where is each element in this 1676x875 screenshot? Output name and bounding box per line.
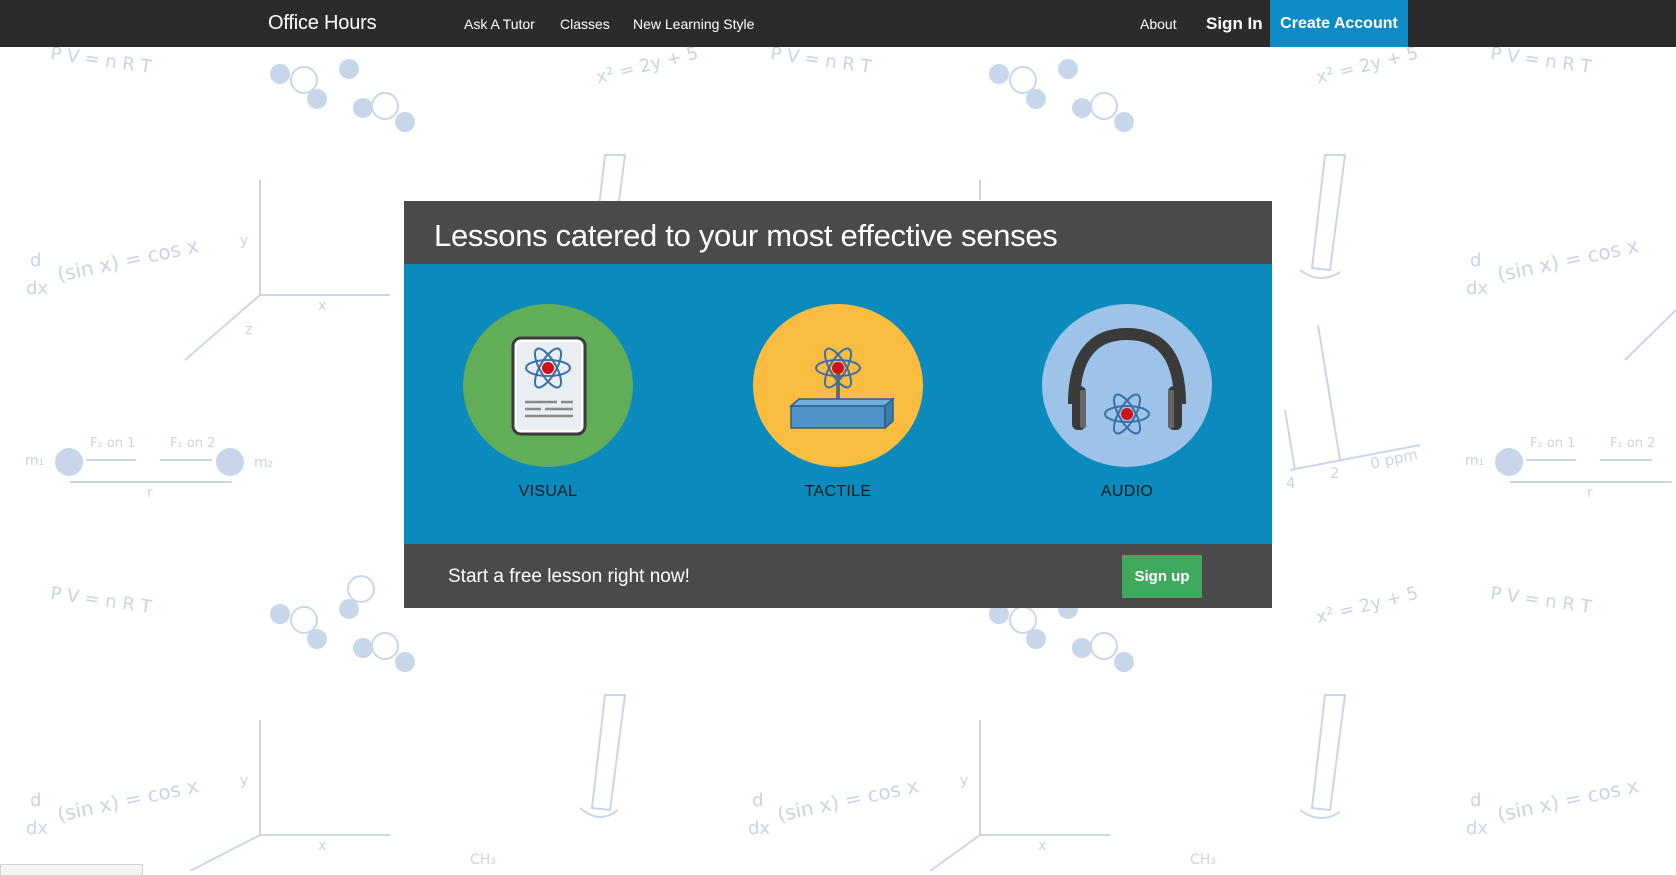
mass-label-m1: m₁ [1465, 453, 1485, 469]
sense-visual[interactable]: VISUAL [462, 304, 634, 501]
mass-label-m2: m₂ [254, 455, 274, 471]
nav-new-learning-style[interactable]: New Learning Style [633, 16, 754, 32]
axis-label-y: y [960, 773, 969, 789]
force-label-f12: F₁ on 2 [170, 436, 216, 451]
mass-label-m1: m₁ [25, 453, 45, 469]
axis-label-x: x [318, 838, 327, 854]
axis-label-x: x [318, 298, 327, 314]
ppm-tick-2: 2 [1330, 464, 1340, 482]
force-label-f21: F₂ on 1 [90, 436, 136, 451]
create-account-button[interactable]: Create Account [1270, 0, 1408, 47]
formula-ch3: CH₃ [1190, 852, 1216, 868]
headphones-atom-icon [1068, 327, 1186, 435]
formula-ch3: CH₃ [470, 852, 496, 868]
tactile-circle [753, 304, 923, 467]
distance-label-r: r [1587, 485, 1593, 501]
axis-label-x: x [1038, 838, 1047, 854]
browser-status-bar [0, 864, 143, 875]
sense-visual-label: VISUAL [518, 483, 578, 500]
brand-logo[interactable]: Office Hours [268, 12, 377, 35]
formula-dx: dx [1466, 818, 1489, 839]
senses-panel: VISUAL TACTILE AUDIO [404, 264, 1272, 544]
hero-card: Lessons catered to your most effective s… [404, 201, 1272, 608]
axis-label-y: y [240, 773, 249, 789]
force-label-f21: F₂ on 1 [1530, 436, 1576, 451]
sign-in-link[interactable]: Sign In [1206, 14, 1263, 34]
sense-tactile[interactable]: TACTILE [752, 304, 924, 501]
distance-label-r: r [147, 485, 153, 501]
document-atom-icon [511, 336, 587, 436]
visual-circle [463, 304, 633, 467]
formula-d: d [1470, 250, 1482, 271]
formula-dx: dx [26, 818, 49, 839]
top-navbar: Office Hours Ask A Tutor Classes New Lea… [0, 0, 1676, 47]
sense-audio[interactable]: AUDIO [1041, 304, 1213, 501]
sense-tactile-label: TACTILE [804, 483, 872, 500]
formula-d: d [30, 790, 42, 811]
ppm-tick-4: 4 [1286, 474, 1296, 492]
formula-dx: dx [26, 278, 49, 299]
force-label-f12: F₁ on 2 [1610, 436, 1656, 451]
axis-label-y: y [240, 233, 249, 249]
sign-up-button[interactable]: Sign up [1122, 555, 1202, 598]
hero-title: Lessons catered to your most effective s… [434, 218, 1058, 253]
formula-dx: dx [748, 818, 771, 839]
nav-classes[interactable]: Classes [560, 16, 610, 32]
formula-d: d [752, 790, 764, 811]
sense-audio-label: AUDIO [1100, 483, 1154, 500]
audio-circle [1042, 304, 1212, 467]
nav-about[interactable]: About [1140, 16, 1177, 32]
cta-text: Start a free lesson right now! [448, 566, 690, 587]
hero-card-header: Lessons catered to your most effective s… [404, 201, 1272, 264]
axis-label-z: z [245, 322, 253, 338]
formula-d: d [1470, 790, 1482, 811]
formula-d: d [30, 250, 42, 271]
atom-block-icon [789, 347, 895, 430]
hero-card-footer: Start a free lesson right now! Sign up [404, 544, 1272, 608]
formula-dx: dx [1466, 278, 1489, 299]
nav-ask-a-tutor[interactable]: Ask A Tutor [464, 16, 535, 32]
